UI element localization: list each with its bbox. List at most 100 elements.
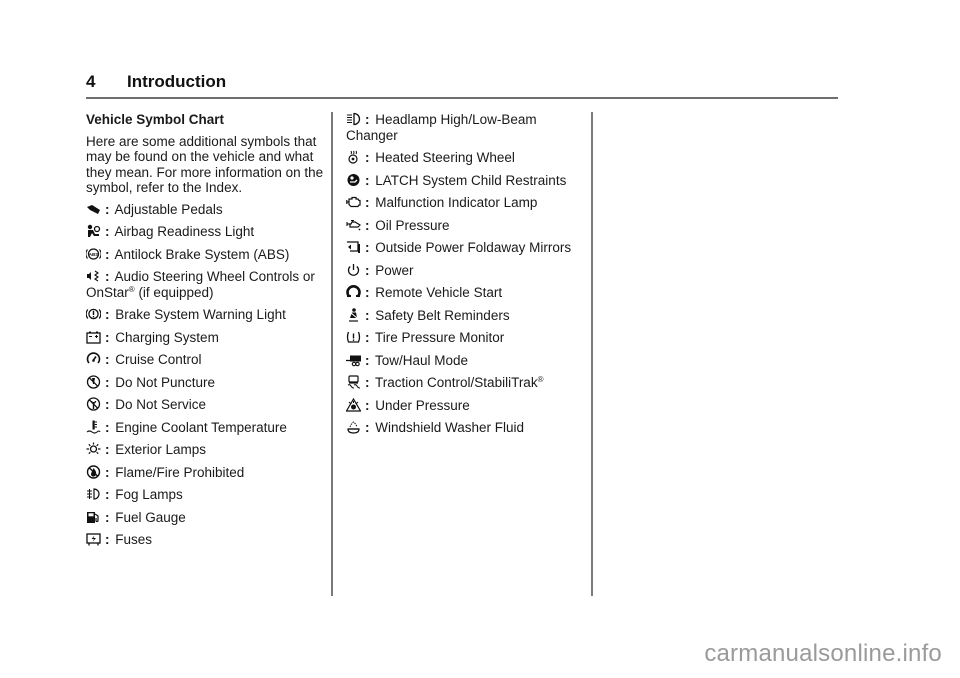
separator: :: [105, 397, 110, 412]
separator: :: [365, 420, 370, 435]
power-icon: [346, 263, 361, 277]
fog-lamps-icon: [86, 487, 101, 501]
separator: :: [105, 201, 110, 217]
intro-paragraph: Here are some additional symbols that ma…: [86, 133, 324, 196]
latch-child-restraint-icon: [346, 173, 361, 187]
symbol-item: : Fog Lamps: [86, 487, 324, 503]
symbol-list-left: : Adjustable Pedals: Airbag Readiness Li…: [86, 202, 324, 548]
symbol-item: : Adjustable Pedals: [86, 202, 324, 218]
symbol-item: : Under Pressure: [346, 397, 584, 414]
separator: :: [365, 195, 370, 210]
symbol-label: Safety Belt Reminders: [375, 307, 510, 323]
symbol-label: Flame/Fire Prohibited: [115, 464, 245, 480]
separator: :: [365, 217, 370, 233]
exterior-lamps-icon: [86, 442, 101, 456]
separator: :: [105, 224, 110, 239]
chapter-title: Introduction: [127, 72, 227, 91]
svg-text:ABS: ABS: [89, 251, 99, 256]
watermark: carmanualsonline.info: [704, 640, 942, 667]
audio-steering-wheel-icon: [86, 269, 101, 283]
coolant-temperature-icon: [86, 420, 101, 434]
separator: :: [105, 374, 110, 390]
separator: :: [105, 269, 110, 284]
symbol-item: : LATCH System Child Restraints: [346, 173, 584, 189]
symbol-label: Heated Steering Wheel: [375, 150, 515, 165]
symbol-label: Windshield Washer Fluid: [375, 420, 525, 435]
washer-fluid-icon: [346, 420, 361, 434]
symbol-item: : Outside Power Foldaway Mirrors: [346, 240, 584, 256]
separator: :: [105, 246, 110, 262]
symbol-label: Outside Power Foldaway Mirrors: [375, 240, 572, 255]
folding-mirror-icon: [346, 240, 361, 254]
symbol-label: Traction Control/StabiliTrak: [375, 375, 538, 390]
symbol-label: Exterior Lamps: [115, 442, 207, 457]
symbol-item: : Flame/Fire Prohibited: [86, 465, 324, 481]
symbol-item: : Heated Steering Wheel: [346, 150, 584, 166]
symbol-label: Engine Coolant Temperature: [115, 419, 287, 435]
headlamp-beam-icon: [346, 112, 361, 126]
symbol-item: : Oil Pressure: [346, 218, 584, 234]
separator: :: [365, 112, 370, 127]
page-number: 4: [86, 72, 96, 91]
symbol-label: Antilock Brake System (ABS): [114, 246, 290, 262]
registered-mark: ®: [537, 375, 544, 384]
separator: :: [105, 464, 110, 480]
traction-control-icon: [346, 375, 361, 389]
separator: :: [365, 172, 370, 188]
cruise-control-icon: [86, 352, 101, 366]
symbol-label: Fuses: [115, 532, 153, 547]
symbol-label: Fog Lamps: [115, 487, 183, 502]
separator: :: [365, 375, 370, 390]
separator: :: [365, 285, 370, 300]
symbol-item: : Do Not Puncture: [86, 375, 324, 391]
abs-icon: ABS: [86, 247, 101, 261]
symbol-item: : Airbag Readiness Light: [86, 224, 324, 240]
symbol-label: Power: [375, 262, 414, 278]
symbol-item: : Power: [346, 263, 584, 279]
symbol-item: : Safety Belt Reminders: [346, 308, 584, 324]
symbol-item: : Fuel Gauge: [86, 510, 324, 526]
separator: :: [365, 307, 370, 323]
symbol-label: Remote Vehicle Start: [375, 285, 503, 300]
symbol-label: Airbag Readiness Light: [114, 224, 255, 239]
separator: :: [105, 329, 110, 345]
fuel-gauge-icon: [86, 510, 101, 524]
symbol-item: ABS: Antilock Brake System (ABS): [86, 247, 324, 263]
symbol-label: LATCH System Child Restraints: [375, 172, 567, 188]
symbol-label: Adjustable Pedals: [114, 201, 223, 217]
do-not-puncture-icon: [86, 374, 101, 389]
separator: :: [105, 419, 110, 435]
separator: :: [105, 487, 110, 502]
symbol-item: : Tire Pressure Monitor: [346, 330, 584, 346]
symbol-item: : Windshield Washer Fluid: [346, 420, 584, 436]
symbol-label: Do Not Service: [115, 397, 207, 412]
heated-steering-wheel-icon: [346, 150, 361, 164]
do-not-service-icon: [86, 397, 101, 411]
symbol-item: : Cruise Control: [86, 352, 324, 368]
seat-belt-icon: [346, 307, 361, 322]
separator: :: [365, 352, 370, 368]
separator: :: [105, 509, 110, 525]
separator: :: [365, 240, 370, 255]
separator: :: [105, 352, 110, 367]
flame-prohibited-icon: [86, 464, 101, 479]
symbol-label: Malfunction Indicator Lamp: [375, 195, 538, 210]
adjustable-pedals-icon: [86, 202, 101, 216]
brake-warning-icon: [86, 307, 101, 321]
separator: :: [105, 532, 110, 547]
tow-haul-icon: [346, 353, 361, 367]
symbol-label: Tow/Haul Mode: [375, 352, 469, 368]
symbol-label: Headlamp High/Low-Beam Changer: [346, 112, 537, 143]
symbol-item: : Remote Vehicle Start: [346, 285, 584, 301]
middle-column: : Headlamp High/Low-Beam Changer: Heated…: [346, 112, 584, 443]
symbol-label: Cruise Control: [115, 352, 202, 367]
symbol-item: : Traction Control/StabiliTrak®: [346, 375, 584, 391]
symbol-label: Oil Pressure: [375, 217, 450, 233]
remote-start-icon: [346, 285, 361, 299]
fuses-icon: [86, 532, 101, 546]
symbol-item: : Exterior Lamps: [86, 442, 324, 458]
separator: :: [365, 262, 370, 278]
symbol-label: Fuel Gauge: [115, 509, 186, 525]
symbol-label: Charging System: [115, 329, 219, 345]
under-pressure-icon: [346, 397, 361, 412]
